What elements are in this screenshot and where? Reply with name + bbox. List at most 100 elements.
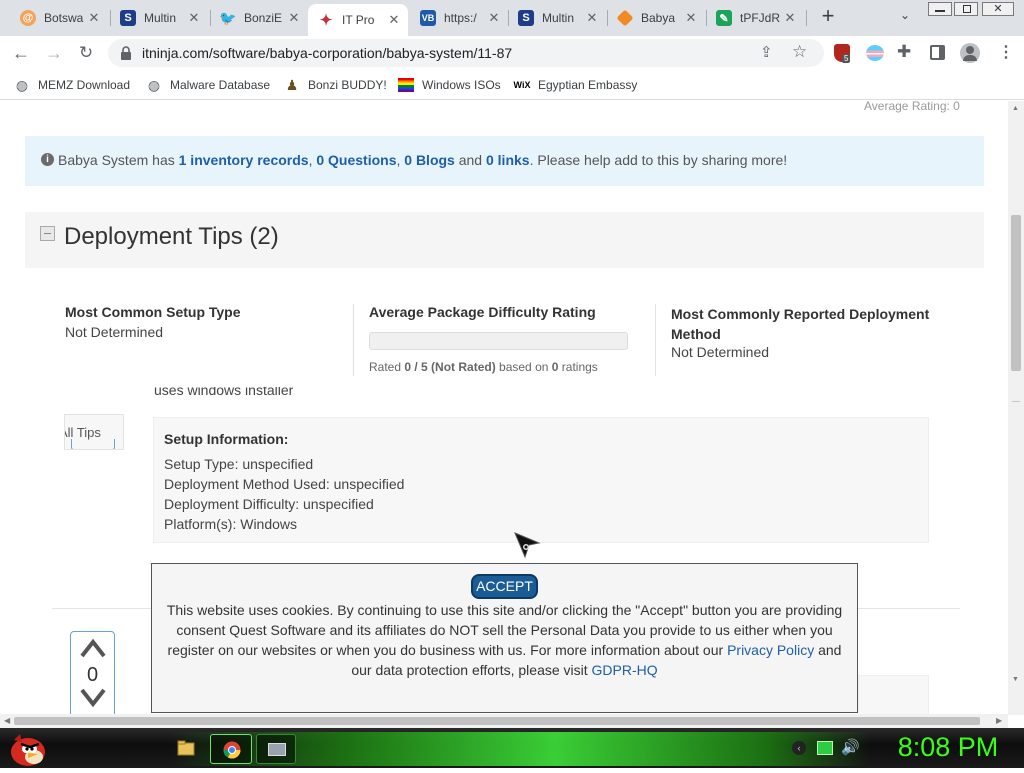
web-page: Average Rating: 0 i Babya System has 1 i… [0,101,1024,715]
extensions-puzzle-icon[interactable]: ✚ [897,42,911,62]
links-link[interactable]: 0 links [486,152,530,168]
close-icon[interactable]: ✕ [286,10,302,26]
setup-info-line: Deployment Difficulty: unspecified [164,496,374,512]
back-arrow-icon[interactable]: ← [8,40,34,66]
bookmark-item[interactable]: ♟ Bonzi BUDDY! [284,76,387,94]
rated-text: Rated 0 / 5 (Not Rated) based on 0 ratin… [369,360,598,374]
upvote-arrow-icon[interactable] [80,638,106,658]
rated-suffix: ratings [558,360,598,374]
close-icon[interactable]: ✕ [584,10,600,26]
setup-type-label: Most Common Setup Type [65,304,241,320]
tab-label: https:/ [444,11,477,25]
window-close-icon[interactable]: ✕ [982,2,1014,16]
tab-label: BonziE [244,11,283,25]
browser-tab[interactable]: S Multin ✕ [110,4,208,32]
scroll-right-arrow-icon[interactable]: ▶ [996,716,1002,725]
downvote-arrow-icon[interactable] [80,688,106,708]
taskbar-explorer[interactable] [172,736,200,762]
tray-monitor-icon[interactable] [817,741,833,755]
forward-arrow-icon[interactable]: → [41,40,67,66]
tab-label: Multin [542,11,575,25]
collapse-toggle-icon[interactable] [40,226,55,241]
bookmark-label: Windows ISOs [422,78,501,92]
minimize-icon[interactable] [928,2,952,16]
start-button[interactable] [6,730,46,768]
reload-icon[interactable]: ↻ [73,40,99,66]
vertical-scroll-thumb[interactable] [1011,215,1021,371]
rated-value: 0 / 5 (Not Rated) [404,360,496,374]
cookie-consent-banner: ACCEPT This website uses cookies. By con… [151,563,858,713]
bookmark-star-icon[interactable]: ☆ [792,42,807,62]
close-icon[interactable]: ✕ [386,12,402,28]
browser-tab[interactable]: S Multin ✕ [508,4,606,32]
scroll-up-arrow-icon[interactable]: ▲ [1012,105,1019,112]
taskbar-clock[interactable]: 8:08 PM [876,732,1020,763]
stats-divider [655,304,656,376]
chrome-icon [223,741,241,759]
browser-tab[interactable]: @ Botswa ✕ [10,4,108,32]
globe-icon: ◍ [15,76,29,93]
tab-strip: @ Botswa ✕ S Multin ✕ 🐦 BonziE ✕ ✦ IT Pr… [0,0,1024,36]
browser-tab[interactable]: ✎ tPFJdR ✕ [706,4,804,32]
privacy-policy-link[interactable]: Privacy Policy [727,642,814,658]
scroll-down-arrow-icon[interactable]: ▼ [1012,676,1019,683]
browser-tab[interactable]: 🐦 BonziE ✕ [210,4,308,32]
close-icon[interactable]: ✕ [86,10,102,26]
info-icon: i [41,153,54,166]
tab-divider [806,10,807,26]
horizontal-scrollbar[interactable]: ◀ ▶ [0,714,1008,728]
ublock-shield-icon[interactable]: 5 [834,44,851,63]
difficulty-bar [369,332,628,350]
inventory-link[interactable]: 1 inventory records [179,152,309,168]
flag-extension-icon[interactable] [866,45,884,61]
tray-back-icon[interactable]: ‹ [792,741,806,755]
bookmark-item[interactable]: ◍ Malware Database [146,76,270,94]
side-panel-icon[interactable] [930,45,945,60]
close-icon[interactable]: ✕ [186,10,202,26]
url-text: itninja.com/software/babya-corporation/b… [142,45,513,61]
bookmarks-bar: ◍ MEMZ Download ◍ Malware Database ♟ Bon… [0,70,1024,100]
bookmark-label: Bonzi BUDDY! [308,78,387,92]
gdpr-hq-link[interactable]: GDPR-HQ [592,662,658,678]
itninja-star-icon: ✦ [319,12,333,29]
kebab-menu-icon[interactable]: ⋮ [998,42,1014,62]
vertical-scrollbar[interactable]: ▲ ▼ [1008,101,1024,715]
tab-label: tPFJdR [740,11,781,25]
tab-search-chevron-icon[interactable]: ⌄ [896,8,914,26]
share-icon[interactable]: ⇪ [760,43,773,61]
taskbar-chrome[interactable] [210,734,252,764]
partial-text: uses windows installer [154,387,294,398]
questions-link[interactable]: 0 Questions [316,152,396,168]
next-tip-box-partial [858,675,929,715]
new-tab-icon[interactable]: + [816,5,840,29]
browser-tab-active[interactable]: ✦ IT Pro ✕ [308,4,408,36]
browser-tab[interactable]: Babya ✕ [607,4,705,32]
setup-info-title: Setup Information: [164,431,289,447]
speaker-icon[interactable]: 🔊 [841,738,860,756]
horizontal-scroll-thumb[interactable] [14,717,980,725]
restore-icon[interactable] [954,2,978,16]
accept-button[interactable]: ACCEPT [471,574,538,599]
green-square-icon: ✎ [716,10,732,26]
cookie-text: This website uses cookies. By continuing… [162,600,847,680]
setup-information-box: Setup Information: Setup Type: unspecifi… [153,417,929,543]
close-icon[interactable]: ✕ [683,10,699,26]
extension-badge: 5 [842,54,851,63]
bookmark-item[interactable]: ◍ MEMZ Download [14,76,130,94]
profile-avatar-icon[interactable] [960,43,980,63]
taskbar-window[interactable] [256,734,296,764]
address-bar[interactable]: itninja.com/software/babya-corporation/b… [108,39,824,67]
close-icon[interactable]: ✕ [486,10,502,26]
scroll-left-arrow-icon[interactable]: ◀ [4,716,10,725]
info-suffix: . Please help add to this by sharing mor… [529,152,788,168]
wix-icon: WiX [513,80,531,90]
blogs-link[interactable]: 0 Blogs [404,152,455,168]
info-banner: i Babya System has 1 inventory records, … [25,136,984,186]
bookmark-item[interactable]: WiX Egyptian Embassy [513,76,638,94]
method-label: Most Commonly Reported Deployment Method [671,306,930,342]
browser-tab[interactable]: VB https:/ ✕ [410,4,508,32]
close-icon[interactable]: ✕ [782,10,798,26]
method-value: Not Determined [671,344,770,360]
bookmark-item[interactable]: Windows ISOs [398,76,501,94]
all-tips-tab[interactable]: All Tips [64,414,124,450]
